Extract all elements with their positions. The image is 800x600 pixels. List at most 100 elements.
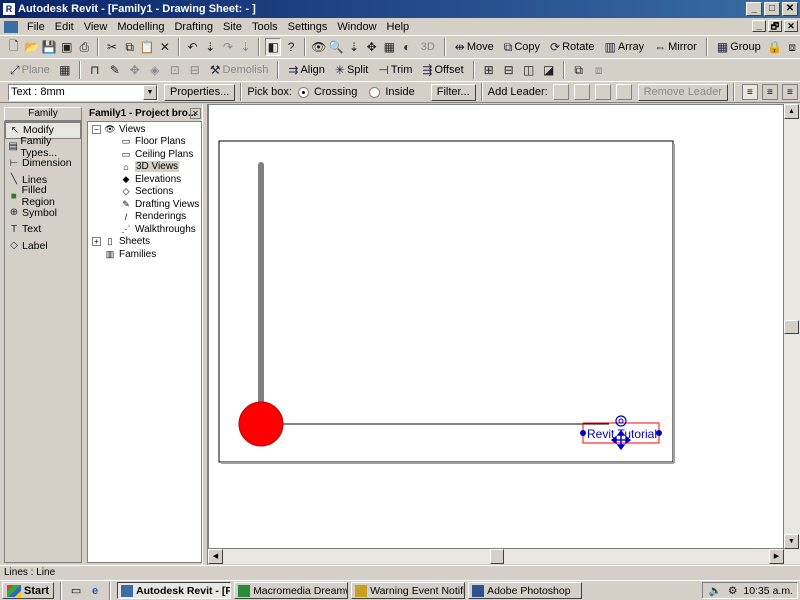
zoom-icon[interactable]: 🔍: [329, 38, 345, 56]
menu-site[interactable]: Site: [218, 21, 247, 33]
task-photoshop[interactable]: Adobe Photoshop: [468, 582, 583, 599]
menu-file[interactable]: File: [22, 21, 50, 33]
red-circle-marker[interactable]: [238, 401, 284, 447]
save-all-icon[interactable]: ▣: [59, 38, 75, 56]
task-warning-event[interactable]: Warning Event Notific...: [351, 582, 466, 599]
remove-leader-button[interactable]: Remove Leader: [637, 83, 728, 101]
move-button[interactable]: ⇹ Move: [451, 40, 498, 54]
align-button[interactable]: ⇉ Align: [284, 63, 329, 77]
lock-icon[interactable]: 🔒: [767, 38, 783, 56]
ungroup-icon[interactable]: ⧈: [784, 38, 800, 56]
eye-icon[interactable]: 👁: [311, 38, 327, 56]
family-item-filled-region[interactable]: ■ Filled Region: [5, 184, 81, 208]
horizontal-scroll-thumb[interactable]: [490, 549, 504, 564]
document-icon[interactable]: [4, 20, 18, 33]
menu-drafting[interactable]: Drafting: [169, 21, 218, 33]
type-selector[interactable]: Text : 8mm ▼: [8, 83, 158, 101]
doc-restore-button[interactable]: 🗗: [768, 20, 782, 32]
link-icon[interactable]: ⧉: [570, 61, 588, 79]
leader-arc-button[interactable]: [573, 84, 590, 100]
trim-button[interactable]: ⊣ Trim: [374, 63, 416, 77]
shading-icon[interactable]: ◐: [399, 38, 415, 56]
text-grip-left[interactable]: [580, 430, 586, 436]
tree-node-sections[interactable]: ◇ Sections: [88, 186, 201, 199]
leader-right-button[interactable]: [615, 84, 632, 100]
tree-node-ceiling-plans[interactable]: ▭ Ceiling Plans: [88, 148, 201, 161]
family-item-family-types[interactable]: ▤ Family Types...: [5, 135, 81, 159]
measure-icon[interactable]: ⊓: [86, 61, 104, 79]
group-button[interactable]: ▦ Group: [713, 40, 765, 54]
tree-node-elevations[interactable]: ◆ Elevations: [88, 173, 201, 186]
speaker-icon[interactable]: 🔈: [709, 584, 722, 597]
revit-app-icon[interactable]: R: [3, 3, 15, 15]
zoom-list-icon[interactable]: ⇣: [346, 38, 362, 56]
show-desktop-icon[interactable]: ▭: [68, 583, 84, 599]
menu-window[interactable]: Window: [332, 21, 381, 33]
collapse-icon[interactable]: −: [92, 124, 101, 134]
unpin-icon[interactable]: ⊟: [500, 61, 518, 79]
new-icon[interactable]: 🗋: [6, 38, 22, 56]
tree-node-families[interactable]: ▥ Families: [88, 248, 201, 261]
vertical-scrollbar[interactable]: ▲ ▼: [784, 104, 800, 564]
drawing-area[interactable]: Revit Tutorial: [208, 104, 784, 549]
redo-list-icon[interactable]: ⇣: [238, 38, 254, 56]
tree-node-renderings[interactable]: / Renderings: [88, 211, 201, 224]
clock[interactable]: 10:35 a.m.: [743, 585, 793, 597]
internet-explorer-icon[interactable]: e: [87, 583, 103, 599]
minimize-button[interactable]: _: [746, 2, 762, 16]
crossing-radio[interactable]: [297, 86, 309, 98]
tree-node-drafting-views[interactable]: ✎ Drafting Views: [88, 198, 201, 211]
thin-lines-icon[interactable]: ▦: [381, 38, 397, 56]
offset-button[interactable]: ⇶ Offset: [418, 63, 467, 77]
pin-icon[interactable]: ⊞: [480, 61, 498, 79]
copy-button[interactable]: ⧉ Copy: [500, 40, 544, 55]
mirror-button[interactable]: ⇔ Mirror: [650, 40, 701, 54]
filter-button[interactable]: Filter...: [430, 83, 476, 101]
split-button[interactable]: ✳ Split: [331, 63, 372, 77]
array-button[interactable]: ▥ Array: [601, 40, 649, 54]
inside-radio[interactable]: [369, 86, 381, 98]
leader-left-button[interactable]: [594, 84, 611, 100]
menu-view[interactable]: View: [79, 21, 113, 33]
menu-help[interactable]: Help: [382, 21, 415, 33]
properties-button[interactable]: Properties...: [164, 83, 236, 101]
dynamic-view-icon[interactable]: ✥: [364, 38, 380, 56]
scroll-down-icon[interactable]: ▼: [784, 534, 799, 549]
delete-icon[interactable]: ✕: [157, 38, 173, 56]
join-icon[interactable]: ◈: [146, 61, 164, 79]
scroll-left-icon[interactable]: ◀: [208, 549, 223, 564]
doc-close-button[interactable]: ✕: [784, 20, 798, 32]
align-left-icon[interactable]: ≡: [741, 84, 758, 100]
eyedropper-icon[interactable]: ✎: [106, 61, 124, 79]
menu-settings[interactable]: Settings: [283, 21, 333, 33]
vertical-scroll-thumb[interactable]: [784, 320, 799, 334]
family-item-dimension[interactable]: ⊢ Dimension: [5, 155, 81, 172]
grid-icon[interactable]: ▦: [56, 61, 74, 79]
3d-view-button[interactable]: 3D: [417, 41, 439, 53]
open-icon[interactable]: 📂: [24, 38, 40, 56]
undo-list-icon[interactable]: ⇣: [202, 38, 218, 56]
chevron-down-icon[interactable]: ▼: [143, 84, 157, 100]
tree-node-views[interactable]: − 👁 Views: [88, 123, 201, 136]
align-right-icon[interactable]: ≡: [781, 84, 798, 100]
family-panel-header[interactable]: Family: [4, 107, 82, 121]
whats-this-icon[interactable]: ?: [283, 38, 299, 56]
hide-icon[interactable]: ◫: [520, 61, 538, 79]
undo-icon[interactable]: ↶: [185, 38, 201, 56]
unhide-icon[interactable]: ◪: [540, 61, 558, 79]
menu-tools[interactable]: Tools: [247, 21, 283, 33]
tree-node-3d-views[interactable]: ⌂ 3D Views: [88, 161, 201, 174]
leader-straight-button[interactable]: [552, 84, 569, 100]
tree-node-walkthroughs[interactable]: ⋰ Walkthroughs: [88, 223, 201, 236]
expand-icon[interactable]: +: [92, 237, 101, 247]
task-dreamweaver[interactable]: Macromedia Dreamwe...: [234, 582, 349, 599]
menu-modelling[interactable]: Modelling: [112, 21, 169, 33]
rotate-button[interactable]: ⟳ Rotate: [546, 40, 598, 54]
plane-button[interactable]: ⤢ Plane: [6, 63, 54, 78]
scroll-up-icon[interactable]: ▲: [784, 104, 799, 119]
network-icon[interactable]: ⚙: [728, 585, 737, 597]
family-item-label[interactable]: ◇ Label: [5, 238, 81, 255]
tree-node-floor-plans[interactable]: ▭ Floor Plans: [88, 136, 201, 149]
menu-edit[interactable]: Edit: [50, 21, 79, 33]
family-item-text[interactable]: T Text: [5, 221, 81, 238]
